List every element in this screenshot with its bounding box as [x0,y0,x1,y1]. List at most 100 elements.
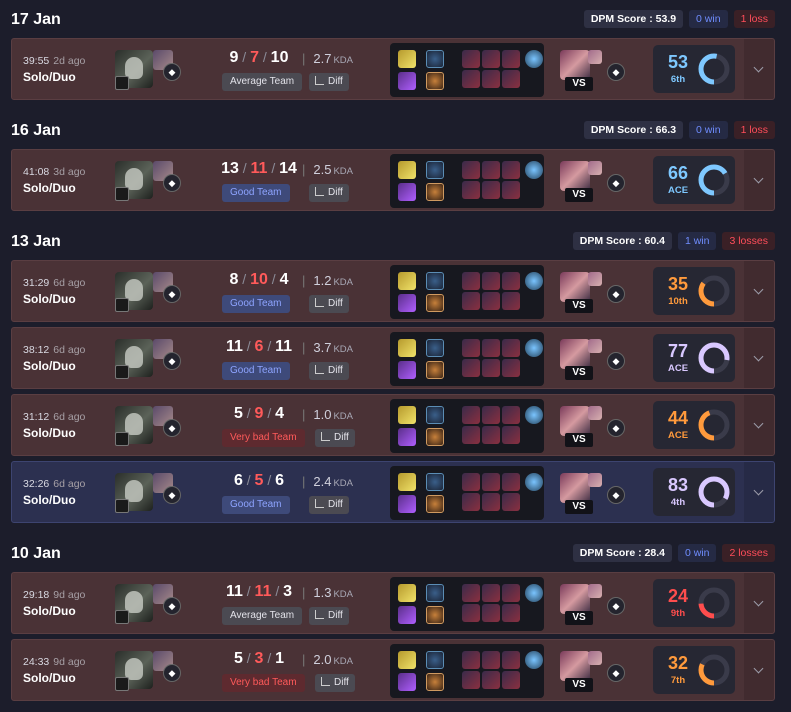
opponent-portrait[interactable] [560,50,590,80]
match-row[interactable]: 32:26 6d ago Solo/Duo ◆ 6 / 5 / 6 | 2.4 KDA Good… [11,461,775,523]
item-icon[interactable] [482,272,500,290]
expand-button[interactable] [744,395,774,455]
match-row[interactable]: 31:12 6d ago Solo/Duo ◆ 5 / 9 / 4 | 1.0 KDA Very… [11,394,775,456]
rune-keystone-icon[interactable] [426,584,444,602]
item-icon[interactable] [482,426,500,444]
item-icon[interactable] [502,473,520,491]
item-icon[interactable] [482,292,500,310]
item-icon[interactable] [482,181,500,199]
item-icon[interactable] [462,426,480,444]
item-icon[interactable] [502,651,520,669]
summoner-spell-icon[interactable] [398,584,416,602]
item-icon[interactable] [482,493,500,511]
item-icon[interactable] [502,584,520,602]
item-icon[interactable] [462,272,480,290]
item-icon[interactable] [502,70,520,88]
rune-keystone-icon[interactable] [426,651,444,669]
ward-icon[interactable] [525,339,543,357]
match-row[interactable]: 31:29 6d ago Solo/Duo ◆ 8 / 10 / 4 | 1.2 KDA Goo… [11,260,775,322]
item-icon[interactable] [462,604,480,622]
match-row[interactable]: 24:33 9d ago Solo/Duo ◆ 5 / 3 / 1 | 2.0 KDA Very… [11,639,775,701]
item-icon[interactable] [462,339,480,357]
expand-button[interactable] [744,39,774,99]
summoner-spell-icon[interactable] [398,428,416,446]
item-icon[interactable] [462,50,480,68]
item-icon[interactable] [482,671,500,689]
rune-secondary-icon[interactable] [426,606,444,624]
item-icon[interactable] [462,473,480,491]
opponent-portrait[interactable] [560,406,590,436]
rune-secondary-icon[interactable] [426,428,444,446]
opponent-portrait[interactable] [560,161,590,191]
item-icon[interactable] [462,70,480,88]
match-row[interactable]: 38:12 6d ago Solo/Duo ◆ 11 / 6 / 11 | 3.7 KDA Go… [11,327,775,389]
item-icon[interactable] [502,493,520,511]
ward-icon[interactable] [525,651,543,669]
item-icon[interactable] [462,493,480,511]
item-icon[interactable] [462,671,480,689]
summoner-spell-icon[interactable] [398,651,416,669]
opponent-portrait[interactable] [560,584,590,614]
summoner-spell-icon[interactable] [398,339,416,357]
item-icon[interactable] [482,359,500,377]
summoner-spell-icon[interactable] [398,495,416,513]
item-icon[interactable] [462,584,480,602]
rune-secondary-icon[interactable] [426,361,444,379]
item-icon[interactable] [482,339,500,357]
item-icon[interactable] [502,161,520,179]
item-icon[interactable] [502,359,520,377]
item-icon[interactable] [482,651,500,669]
ward-icon[interactable] [525,161,543,179]
summoner-spell-icon[interactable] [398,406,416,424]
rune-keystone-icon[interactable] [426,50,444,68]
expand-button[interactable] [744,328,774,388]
ward-icon[interactable] [525,473,543,491]
rune-keystone-icon[interactable] [426,473,444,491]
expand-button[interactable] [744,261,774,321]
expand-button[interactable] [744,640,774,700]
item-icon[interactable] [482,161,500,179]
item-icon[interactable] [502,181,520,199]
expand-button[interactable] [744,462,774,522]
rune-keystone-icon[interactable] [426,339,444,357]
item-icon[interactable] [462,359,480,377]
item-icon[interactable] [482,584,500,602]
item-icon[interactable] [482,604,500,622]
opponent-portrait[interactable] [560,473,590,503]
item-icon[interactable] [462,292,480,310]
item-icon[interactable] [482,50,500,68]
summoner-spell-icon[interactable] [398,72,416,90]
rune-keystone-icon[interactable] [426,272,444,290]
item-icon[interactable] [502,50,520,68]
match-row[interactable]: 29:18 9d ago Solo/Duo ◆ 11 / 11 / 3 | 1.3 KDA Av… [11,572,775,634]
summoner-spell-icon[interactable] [398,161,416,179]
item-icon[interactable] [502,426,520,444]
ward-icon[interactable] [525,584,543,602]
summoner-spell-icon[interactable] [398,294,416,312]
summoner-spell-icon[interactable] [398,272,416,290]
ward-icon[interactable] [525,272,543,290]
item-icon[interactable] [482,70,500,88]
item-icon[interactable] [502,604,520,622]
ward-icon[interactable] [525,406,543,424]
rune-secondary-icon[interactable] [426,495,444,513]
item-icon[interactable] [462,406,480,424]
item-icon[interactable] [482,406,500,424]
item-icon[interactable] [502,339,520,357]
item-icon[interactable] [462,651,480,669]
expand-button[interactable] [744,573,774,633]
summoner-spell-icon[interactable] [398,50,416,68]
opponent-portrait[interactable] [560,339,590,369]
expand-button[interactable] [744,150,774,210]
ward-icon[interactable] [525,50,543,68]
match-row[interactable]: 39:55 2d ago Solo/Duo ◆ 9 / 7 / 10 | 2.7 KDA Ave… [11,38,775,100]
rune-keystone-icon[interactable] [426,161,444,179]
item-icon[interactable] [502,292,520,310]
item-icon[interactable] [502,272,520,290]
rune-keystone-icon[interactable] [426,406,444,424]
rune-secondary-icon[interactable] [426,294,444,312]
rune-secondary-icon[interactable] [426,673,444,691]
item-icon[interactable] [462,161,480,179]
item-icon[interactable] [482,473,500,491]
item-icon[interactable] [502,406,520,424]
